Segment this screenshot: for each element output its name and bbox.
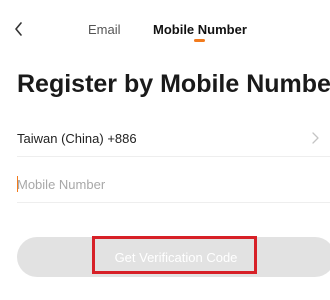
back-button[interactable] bbox=[9, 17, 29, 41]
mobile-number-input[interactable] bbox=[17, 166, 330, 202]
page-title: Register by Mobile Number bbox=[17, 70, 330, 98]
chevron-right-icon bbox=[312, 132, 319, 144]
country-code-selector[interactable]: Taiwan (China) +886 bbox=[17, 120, 330, 157]
chevron-left-icon bbox=[15, 22, 22, 36]
mobile-number-field[interactable] bbox=[17, 166, 330, 203]
tab-email[interactable]: Email bbox=[88, 22, 121, 37]
tab-mobile-number[interactable]: Mobile Number bbox=[153, 22, 247, 37]
get-verification-code-button[interactable]: Get Verification Code bbox=[17, 237, 330, 277]
text-cursor bbox=[17, 176, 18, 192]
country-code-label: Taiwan (China) +886 bbox=[17, 130, 137, 146]
active-tab-indicator bbox=[194, 39, 205, 42]
